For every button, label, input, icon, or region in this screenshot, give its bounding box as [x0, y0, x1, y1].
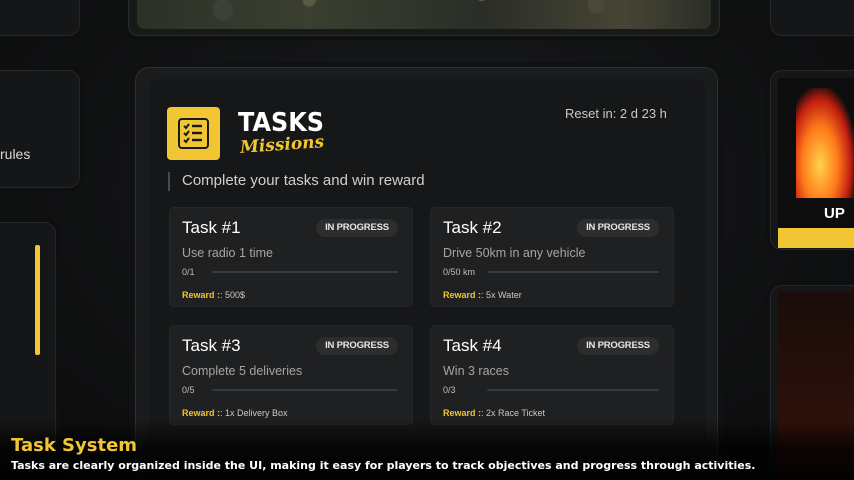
task-card-2[interactable]: Task #2 IN PROGRESS Drive 50km in any ve… — [430, 207, 674, 307]
status-badge: IN PROGRESS — [577, 219, 659, 237]
task-description: Complete 5 deliveries — [182, 364, 303, 378]
progress-bar — [212, 389, 398, 391]
promo-label: UP — [824, 205, 845, 222]
task-title: Task #2 — [443, 218, 502, 237]
progress-text: 0/3 — [443, 385, 456, 395]
tagline-divider — [168, 172, 170, 191]
progress-text: 0/1 — [182, 267, 195, 277]
reward-value: : 1x Delivery Box — [220, 408, 288, 418]
progress-text: 0/5 — [182, 385, 195, 395]
reward-line: Reward :: 5x Water — [443, 290, 522, 300]
task-card-1[interactable]: Task #1 IN PROGRESS Use radio 1 time 0/1… — [169, 207, 413, 307]
rules-panel[interactable] — [0, 70, 80, 188]
task-card-4[interactable]: Task #4 IN PROGRESS Win 3 races 0/3 Rewa… — [430, 325, 674, 425]
reward-label: Reward : — [443, 408, 482, 418]
checklist-icon — [167, 107, 220, 160]
status-badge: IN PROGRESS — [316, 337, 398, 355]
left-top-panel — [0, 0, 80, 36]
reward-value: : 2x Race Ticket — [481, 408, 546, 418]
reset-timer: Reset in: 2 d 23 h — [565, 106, 667, 121]
reward-line: Reward :: 1x Delivery Box — [182, 408, 288, 418]
game-screen: rules UP TASKS Missions Reset in: 2 d 23… — [0, 0, 854, 480]
map-preview-image — [137, 0, 711, 29]
fire-graphic — [796, 88, 854, 198]
caption-title: Task System — [11, 435, 138, 456]
caption-text: Tasks are clearly organized inside the U… — [11, 459, 756, 472]
task-card-3[interactable]: Task #3 IN PROGRESS Complete 5 deliverie… — [169, 325, 413, 425]
promo-image[interactable]: UP — [778, 78, 854, 248]
reward-label: Reward : — [182, 290, 221, 300]
task-description: Use radio 1 time — [182, 246, 274, 260]
reward-label: Reward : — [443, 290, 482, 300]
status-badge: IN PROGRESS — [577, 337, 659, 355]
reward-label: Reward : — [182, 408, 221, 418]
progress-bar — [487, 389, 659, 391]
scroll-indicator[interactable] — [35, 245, 40, 355]
promo-stripe — [778, 228, 854, 248]
task-description: Win 3 races — [443, 364, 509, 378]
progress-bar — [212, 271, 398, 273]
task-description: Drive 50km in any vehicle — [443, 246, 586, 260]
task-title: Task #3 — [182, 336, 241, 355]
right-top-panel — [770, 0, 854, 36]
progress-bar — [487, 271, 659, 273]
task-title: Task #1 — [182, 218, 241, 237]
reward-value: : 500$ — [220, 290, 246, 300]
rules-label: rules — [0, 146, 31, 162]
reward-value: : 5x Water — [481, 290, 522, 300]
progress-text: 0/50 km — [443, 267, 476, 277]
task-title: Task #4 — [443, 336, 502, 355]
tagline: Complete your tasks and win reward — [182, 172, 425, 189]
map-preview-panel — [128, 0, 720, 36]
reward-line: Reward :: 500$ — [182, 290, 245, 300]
reward-line: Reward :: 2x Race Ticket — [443, 408, 545, 418]
status-badge: IN PROGRESS — [316, 219, 398, 237]
